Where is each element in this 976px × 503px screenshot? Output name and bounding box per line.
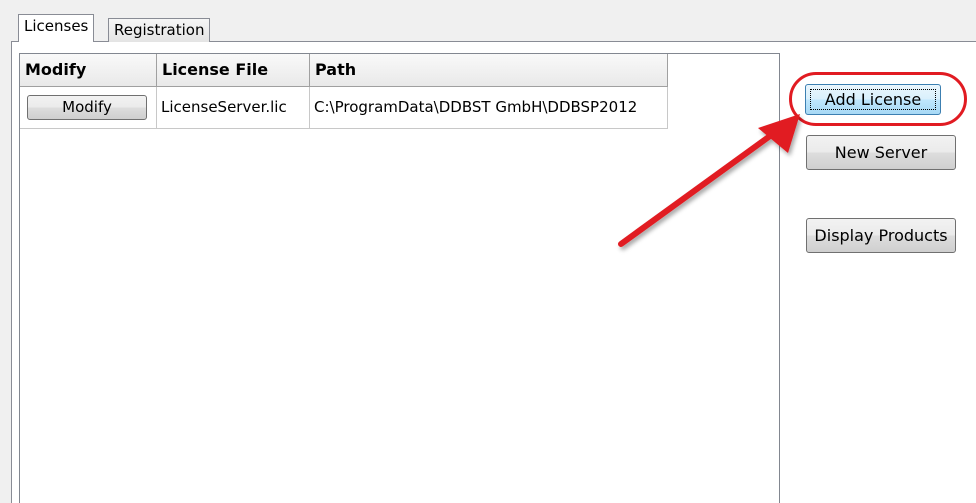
tab-licenses[interactable]: Licenses	[18, 14, 95, 42]
new-server-button[interactable]: New Server	[806, 135, 956, 170]
display-products-button[interactable]: Display Products	[806, 218, 956, 253]
add-license-label: Add License	[824, 90, 922, 109]
path-cell[interactable]: C:\ProgramData\DDBST GmbH\DDBSP2012	[310, 87, 668, 128]
license-manager-window: Licenses Registration Modify License Fil…	[0, 0, 976, 503]
column-header-modify[interactable]: Modify	[20, 54, 157, 86]
licenses-grid: Modify License File Path Modify LicenseS…	[19, 53, 780, 503]
modify-cell: Modify	[20, 87, 157, 128]
grid-header: Modify License File Path	[20, 54, 668, 87]
license-file-cell[interactable]: LicenseServer.lic	[157, 87, 310, 128]
tab-registration[interactable]: Registration	[108, 18, 211, 42]
column-header-license-file[interactable]: License File	[157, 54, 310, 86]
column-header-path[interactable]: Path	[310, 54, 668, 86]
modify-button[interactable]: Modify	[27, 95, 147, 120]
table-row[interactable]: Modify LicenseServer.lic C:\ProgramData\…	[20, 87, 668, 129]
add-license-button[interactable]: Add License	[805, 84, 941, 115]
